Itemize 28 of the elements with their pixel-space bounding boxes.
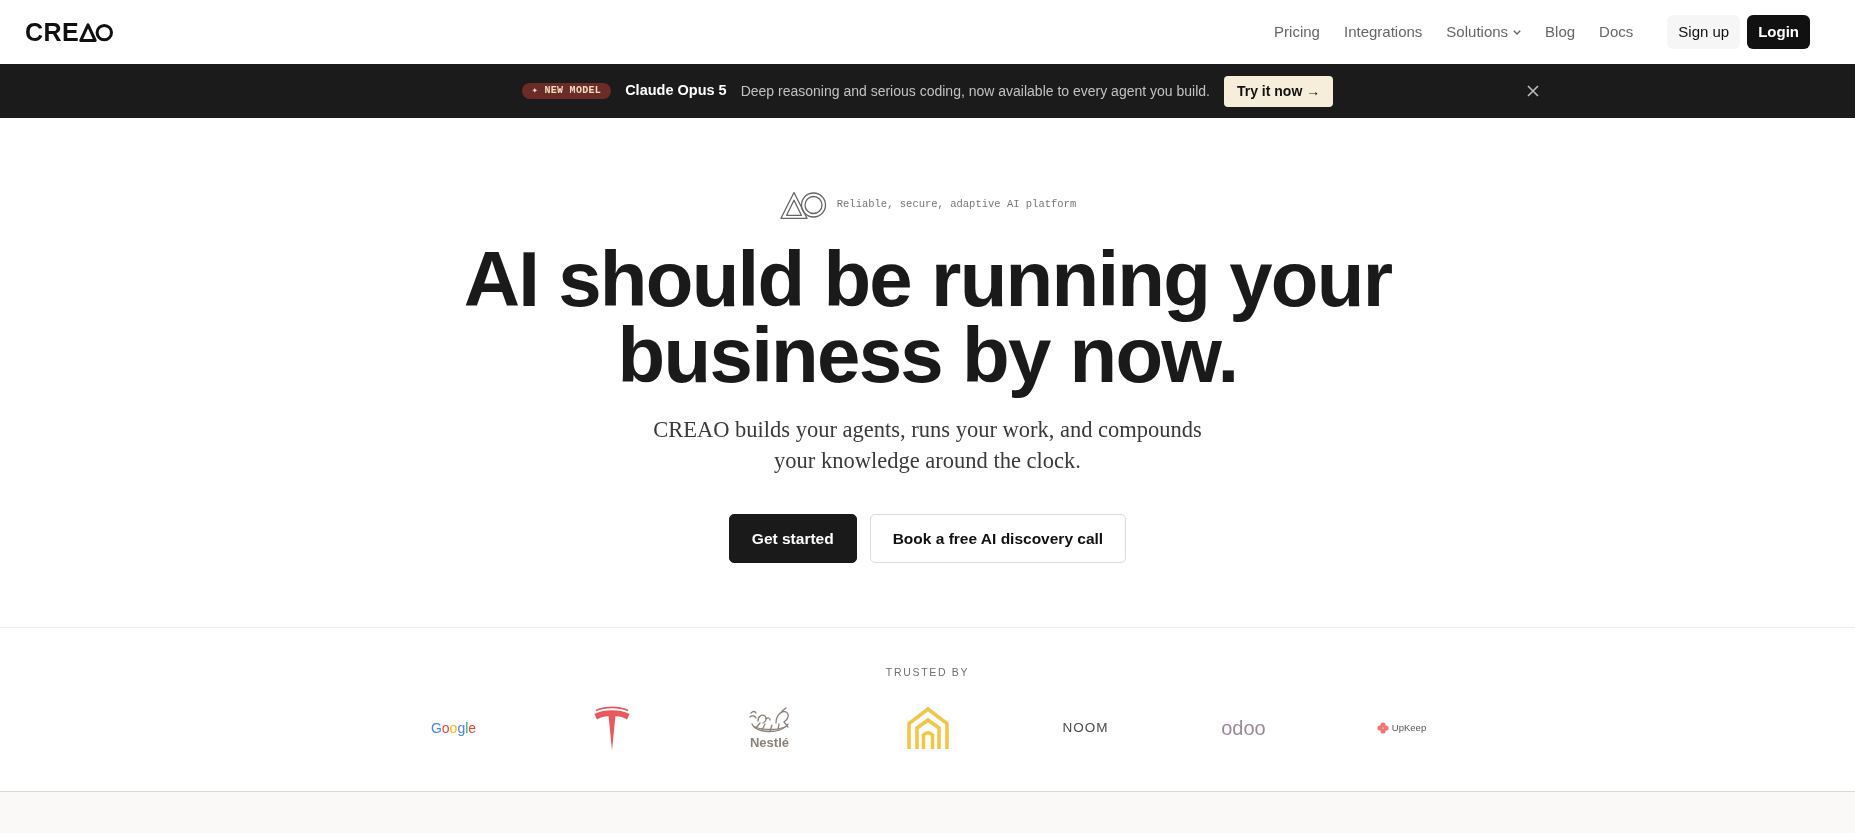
nav-link[interactable]: Docs (1599, 16, 1634, 48)
section-label: TRUSTED BY (885, 666, 970, 678)
sign-up-button[interactable]: Sign up (1667, 15, 1741, 49)
logo-wordmark: odoo (1221, 718, 1266, 738)
nav-link[interactable]: Blog (1545, 16, 1576, 48)
close-button[interactable] (1526, 85, 1539, 97)
announcement-text: Deep reasoning and serious coding, now available to every agent you build. (740, 81, 1210, 101)
get-started-button[interactable]: Get started (728, 514, 857, 563)
nav-link[interactable]: Integrations (1343, 16, 1423, 48)
logo-wordmark: Google (430, 721, 477, 735)
logo-wordmark: Nestlé (750, 736, 789, 749)
logo-wordmark: UpKeep (1391, 723, 1427, 733)
logo-mark-icon (79, 22, 114, 42)
close-icon (1526, 85, 1539, 97)
logo-wordmark: NOOM (1062, 721, 1109, 735)
nav-link[interactable]: Pricing (1274, 16, 1320, 48)
book-call-button[interactable]: Book a free AI discovery call (869, 514, 1127, 563)
emblem-icon (778, 190, 827, 220)
logo-text[interactable]: CRE (25, 19, 80, 45)
hero-subtitle: CREAO builds your agents, runs your work, and compounds your knowledge around the clock. (652, 416, 1203, 475)
new-model-badge: ✦ NEW MODEL (521, 83, 612, 99)
try-it-button[interactable]: Try it now → (1223, 75, 1334, 107)
announcement-title: Claude Opus 5 (625, 81, 727, 101)
chevron-down-icon (1513, 29, 1522, 35)
login-button[interactable]: Login (1747, 15, 1810, 49)
nav-dropdown[interactable]: Solutions (1446, 16, 1522, 48)
hero-heading: AI should be running your business by now. (462, 235, 1393, 401)
tagline-text: Reliable, secure, adaptive AI platform (836, 197, 1077, 213)
